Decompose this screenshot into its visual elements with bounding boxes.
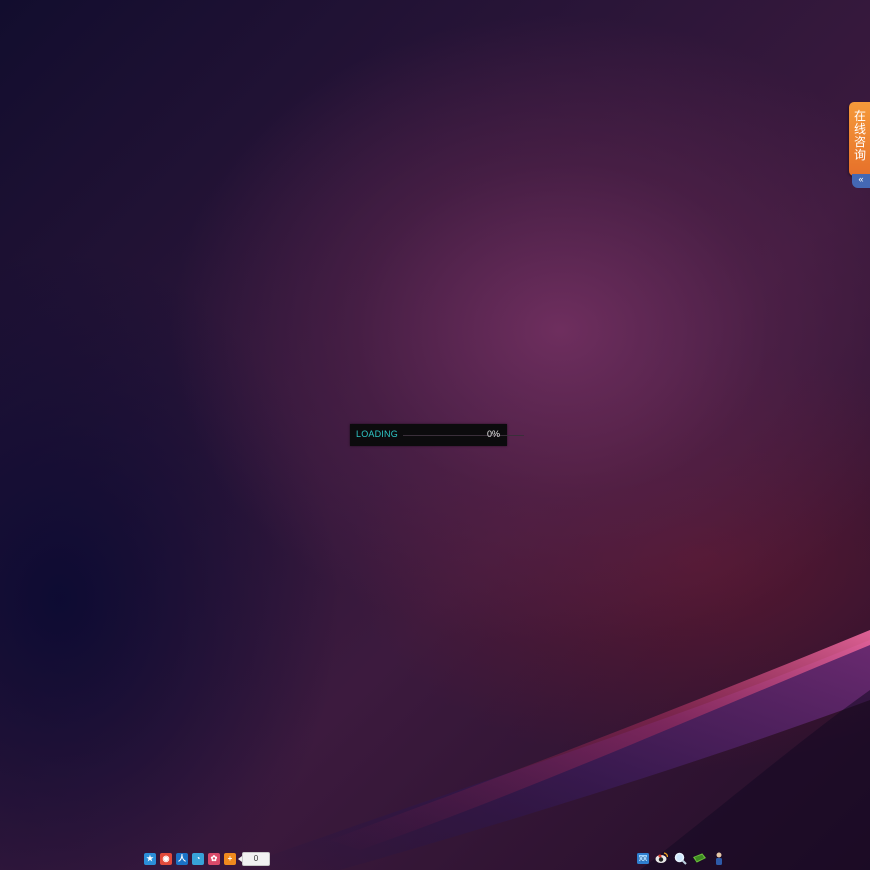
weibo-icon[interactable]: ◉: [160, 853, 172, 865]
money-icon[interactable]: [693, 852, 706, 865]
qq-icon[interactable]: QQ: [636, 852, 649, 865]
loading-box: LOADING 0%: [350, 424, 524, 446]
tencent-weibo-icon[interactable]: ◔: [192, 853, 204, 865]
share-count: 0: [238, 852, 270, 866]
bottom-tray: QQ: [636, 851, 731, 865]
loading-percent: 0%: [486, 429, 500, 439]
consult-collapse-button[interactable]: «: [852, 174, 870, 188]
share-bar: ★ ◉ 人 ◔ ✿ + 0: [144, 852, 270, 866]
loading-progress-track: [403, 435, 524, 436]
weibo-tray-icon[interactable]: [655, 852, 668, 865]
kaixin-icon[interactable]: ✿: [208, 853, 220, 865]
person-icon[interactable]: [712, 852, 725, 865]
qzone-star-icon[interactable]: ★: [144, 853, 156, 865]
online-consult-label: 在线咨询: [854, 109, 867, 162]
online-consult-tab[interactable]: 在线咨询: [849, 102, 870, 176]
search-icon[interactable]: [674, 852, 687, 865]
svg-text:QQ: QQ: [639, 856, 647, 862]
renren-icon[interactable]: 人: [176, 853, 188, 865]
more-share-icon[interactable]: +: [224, 853, 236, 865]
loading-label: LOADING: [356, 429, 398, 439]
